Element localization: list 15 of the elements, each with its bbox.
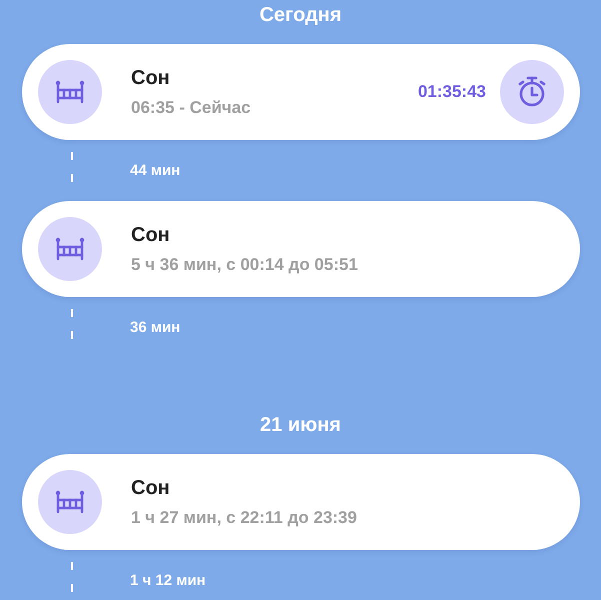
sleep-entry-card[interactable]: Сон 5 ч 36 мин, с 00:14 до 05:51 xyxy=(22,201,580,297)
entry-time: 06:35 - Сейчас xyxy=(131,98,252,118)
gap-duration: 36 мин xyxy=(130,319,180,336)
entry-time: 5 ч 36 мин, с 00:14 до 05:51 xyxy=(131,254,359,274)
entry-title: Сон xyxy=(131,476,171,500)
section-heading: 21 июня xyxy=(259,413,342,438)
entry-title: Сон xyxy=(131,224,171,246)
gap-duration: 1 ч 12 мин xyxy=(130,572,206,589)
sleep-entry-card[interactable]: Сон 1 ч 27 мин, с 22:11 до 23:39 xyxy=(22,454,580,550)
section-heading: Сегодня xyxy=(258,3,343,28)
gap-duration: 44 мин xyxy=(130,162,180,179)
sleep-entry-card[interactable]: Сон 06:35 - Сейчас 01:35:43 xyxy=(22,44,580,140)
entry-title: Сон xyxy=(131,66,171,90)
timer-readout: 01:35:43 xyxy=(418,82,486,102)
entry-time: 1 ч 27 мин, с 22:11 до 23:39 xyxy=(131,508,358,528)
